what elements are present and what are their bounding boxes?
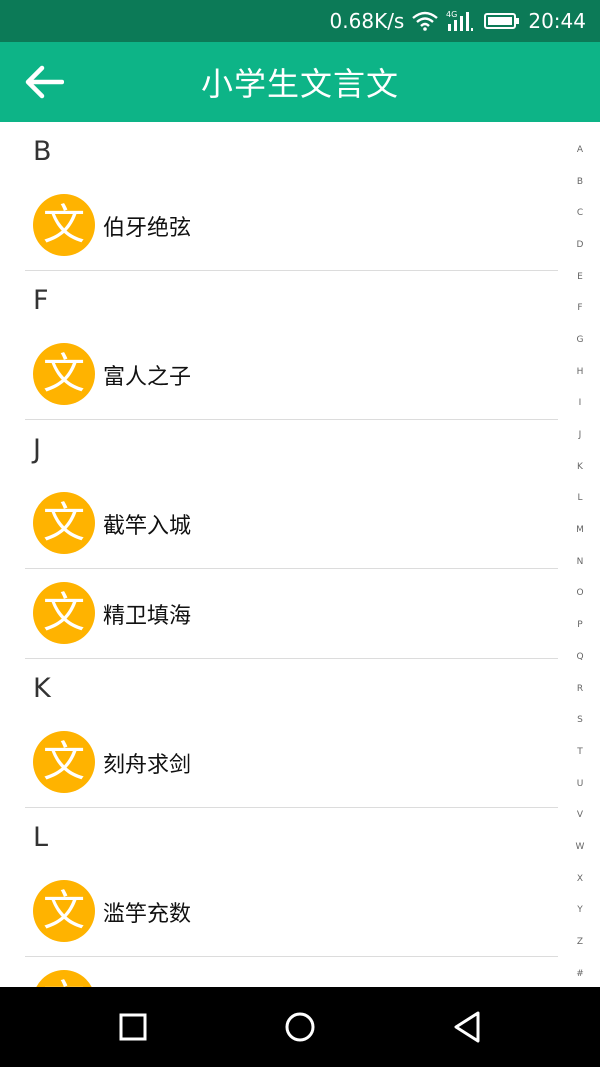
wifi-icon: [412, 11, 439, 31]
list-item[interactable]: 文 精卫填海: [25, 569, 558, 659]
wen-avatar-icon: 文: [33, 582, 95, 644]
list-item[interactable]: 文 刻舟求剑: [25, 718, 558, 808]
page-title: 小学生文言文: [200, 65, 399, 103]
section-header: J: [33, 434, 41, 465]
list-item-title: 截竿入城: [103, 514, 192, 539]
list-item-title: 刻舟求剑: [103, 753, 192, 778]
back-nav-button[interactable]: [445, 1007, 489, 1047]
list-item-title: 富人之子: [103, 365, 192, 390]
network-type: 4G: [446, 10, 457, 19]
status-bar: 0.68K/s 4G 20:44: [0, 0, 600, 42]
section-b: B 文 伯牙绝弦: [0, 122, 600, 271]
home-icon: [285, 1012, 315, 1042]
recent-apps-button[interactable]: [111, 1007, 155, 1047]
list-item[interactable]: 文 富人之子: [25, 330, 558, 420]
index-letter[interactable]: I: [579, 388, 582, 420]
wen-avatar-icon: 文: [33, 970, 95, 987]
index-letter[interactable]: K: [577, 451, 583, 483]
index-letter[interactable]: Y: [577, 895, 583, 927]
svg-text:文: 文: [43, 349, 85, 398]
index-letter[interactable]: T: [577, 736, 583, 768]
list-item[interactable]: 文 滥竽充数: [25, 867, 558, 957]
svg-text:文: 文: [43, 200, 85, 249]
svg-text:文: 文: [43, 737, 85, 786]
signal-icon: 4G: [446, 10, 476, 32]
index-letter[interactable]: L: [577, 483, 582, 515]
wen-avatar-icon: 文: [33, 194, 95, 256]
index-letter[interactable]: J: [579, 419, 582, 451]
home-button[interactable]: [278, 1007, 322, 1047]
svg-text:文: 文: [43, 886, 85, 935]
list-item[interactable]: 文: [25, 957, 558, 987]
network-speed: 0.68K/s: [329, 9, 405, 33]
recent-apps-icon: [119, 1013, 147, 1041]
list-item-title: 伯牙绝弦: [103, 216, 192, 241]
wen-avatar-icon: 文: [33, 731, 95, 793]
section-header: K: [33, 673, 51, 704]
index-letter[interactable]: E: [577, 261, 583, 293]
index-letter[interactable]: Q: [576, 641, 583, 673]
back-triangle-icon: [454, 1011, 480, 1043]
index-letter[interactable]: D: [577, 229, 584, 261]
index-letter[interactable]: S: [577, 704, 583, 736]
list-item[interactable]: 文 截竿入城: [25, 479, 558, 569]
index-letter[interactable]: C: [577, 197, 583, 229]
index-letter[interactable]: R: [577, 673, 583, 705]
app-bar: 小学生文言文: [0, 42, 600, 122]
index-letter[interactable]: Z: [577, 926, 583, 958]
clock: 20:44: [528, 9, 586, 33]
section-j: J 文 截竿入城 文 精卫填海: [0, 420, 600, 659]
section-header: F: [33, 285, 49, 316]
index-letter[interactable]: P: [577, 609, 582, 641]
index-letter[interactable]: W: [576, 831, 585, 863]
index-letter[interactable]: U: [577, 768, 584, 800]
alphabet-index[interactable]: A B C D E F G H I J K L M N O P Q R S T U V W X Y Z #: [560, 134, 600, 990]
list-item-title: 滥竽充数: [103, 902, 192, 927]
index-letter[interactable]: G: [577, 324, 584, 356]
index-letter[interactable]: M: [576, 514, 584, 546]
svg-text:文: 文: [43, 498, 85, 547]
list-item-title: 精卫填海: [103, 604, 192, 629]
battery-icon: [484, 12, 520, 30]
wen-avatar-icon: 文: [33, 492, 95, 554]
navigation-bar: [0, 987, 600, 1067]
svg-text:文: 文: [43, 588, 85, 637]
index-letter[interactable]: O: [576, 578, 583, 610]
section-header: B: [33, 136, 52, 167]
index-letter[interactable]: B: [577, 166, 583, 198]
section-f: F 文 富人之子: [0, 271, 600, 420]
section-k: K 文 刻舟求剑: [0, 659, 600, 808]
list-item[interactable]: 文 伯牙绝弦: [25, 181, 558, 271]
section-l: L 文 滥竽充数 文: [0, 808, 600, 987]
index-letter[interactable]: V: [577, 799, 583, 831]
svg-text:文: 文: [43, 976, 85, 987]
index-letter[interactable]: X: [577, 863, 583, 895]
wen-avatar-icon: 文: [33, 880, 95, 942]
index-letter[interactable]: #: [576, 958, 584, 990]
section-header: L: [33, 822, 49, 853]
wen-avatar-icon: 文: [33, 343, 95, 405]
article-list[interactable]: B 文 伯牙绝弦 F 文 富人之子 J 文 截竿入城 文 精卫填海 K 文 刻舟…: [0, 122, 600, 987]
index-letter[interactable]: A: [577, 134, 583, 166]
index-letter[interactable]: H: [577, 356, 584, 388]
index-letter[interactable]: N: [577, 546, 584, 578]
index-letter[interactable]: F: [577, 292, 582, 324]
